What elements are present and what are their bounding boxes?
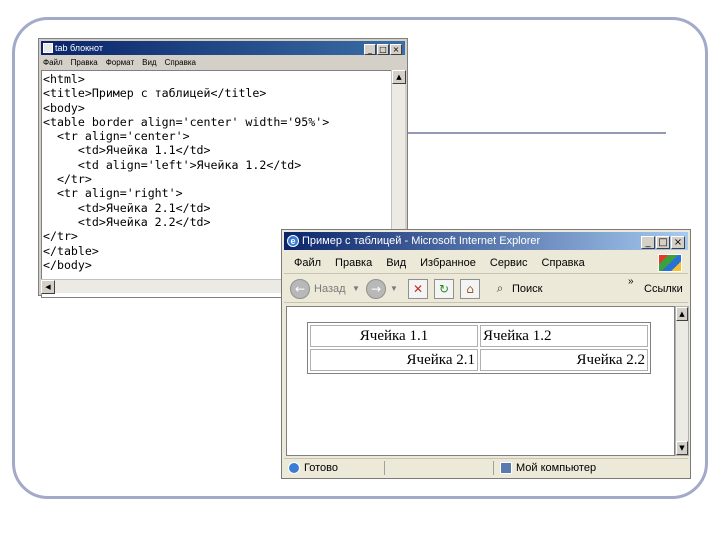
menu-edit[interactable]: Правка xyxy=(71,56,98,69)
table-row: Ячейка 1.1 Ячейка 1.2 xyxy=(310,325,648,347)
forward-arrow-icon[interactable]: → xyxy=(366,279,386,299)
menu-file[interactable]: Файл xyxy=(43,56,63,69)
menu-tools[interactable]: Сервис xyxy=(490,252,528,273)
close-button[interactable]: × xyxy=(390,44,402,55)
back-dropdown-icon[interactable]: ▼ xyxy=(352,278,360,300)
notepad-menu-bar: Файл Правка Формат Вид Справка xyxy=(41,56,196,69)
code-line: <td>Ячейка 2.1</td> xyxy=(43,200,211,215)
code-line: </table> xyxy=(43,243,99,258)
demo-table: Ячейка 1.1 Ячейка 1.2 Ячейка 2.1 Ячейка … xyxy=(307,322,651,374)
notepad-title-bar[interactable]: tab блокнот _ □ × xyxy=(41,41,405,55)
code-line: <table border align='center' width='95%'… xyxy=(43,114,330,129)
ie-status-bar: Готово Мой компьютер xyxy=(284,458,688,476)
back-button-label[interactable]: Назад xyxy=(314,278,346,300)
maximize-button[interactable]: □ xyxy=(377,44,389,55)
menu-favorites[interactable]: Избранное xyxy=(420,252,476,273)
refresh-icon[interactable]: ↻ xyxy=(434,279,454,299)
decorative-line xyxy=(400,132,666,134)
table-cell: Ячейка 1.2 xyxy=(480,325,648,347)
notepad-app-icon xyxy=(43,43,53,53)
ie-vertical-scrollbar[interactable]: ▲ ▼ xyxy=(675,306,689,456)
minimize-button[interactable]: _ xyxy=(641,236,655,249)
search-button-label[interactable]: Поиск xyxy=(512,278,542,300)
stop-icon[interactable]: ✕ xyxy=(408,279,428,299)
table-cell: Ячейка 1.1 xyxy=(310,325,478,347)
ie-title-bar[interactable]: e Пример с таблицей - Microsoft Internet… xyxy=(284,232,688,250)
maximize-button[interactable]: □ xyxy=(656,236,670,249)
ie-title: Пример с таблицей - Microsoft Internet E… xyxy=(302,235,541,247)
code-line: <td>Ячейка 2.2</td> xyxy=(43,214,211,229)
code-line: <tr align='center'> xyxy=(43,129,190,144)
menu-help[interactable]: Справка xyxy=(542,252,585,273)
scroll-left-arrow-icon[interactable]: ◀ xyxy=(41,280,55,294)
ie-toolbar: ← Назад ▼ → ▼ ✕ ↻ ⌂ ⌕ Поиск » Ссылки xyxy=(284,275,688,303)
status-panels xyxy=(384,461,494,475)
scroll-up-arrow-icon[interactable]: ▲ xyxy=(676,307,688,321)
code-line: <td align='left'>Ячейка 1.2</td> xyxy=(43,157,302,172)
windows-flag-icon xyxy=(658,254,682,272)
code-line: <html> xyxy=(43,72,85,86)
code-line: <td>Ячейка 1.1</td> xyxy=(43,143,211,158)
menu-help[interactable]: Справка xyxy=(165,56,196,69)
page-status-icon xyxy=(288,462,300,474)
table-row: Ячейка 2.1 Ячейка 2.2 xyxy=(310,349,648,371)
scroll-down-arrow-icon[interactable]: ▼ xyxy=(676,441,688,455)
code-line: <body> xyxy=(43,100,85,115)
search-icon[interactable]: ⌕ xyxy=(490,279,510,299)
menu-edit[interactable]: Правка xyxy=(335,252,372,273)
table-cell: Ячейка 2.1 xyxy=(310,349,478,371)
ie-menu-bar: Файл Правка Вид Избранное Сервис Справка xyxy=(284,252,688,274)
forward-dropdown-icon[interactable]: ▼ xyxy=(390,278,398,300)
links-label[interactable]: Ссылки xyxy=(644,278,683,300)
code-line: </tr> xyxy=(43,229,78,244)
ie-window: e Пример с таблицей - Microsoft Internet… xyxy=(281,229,691,479)
menu-view[interactable]: Вид xyxy=(386,252,406,273)
table-cell: Ячейка 2.2 xyxy=(480,349,648,371)
code-line: <tr align='right'> xyxy=(43,186,183,201)
minimize-button[interactable]: _ xyxy=(364,44,376,55)
code-line: <title>Пример с таблицей</title> xyxy=(43,86,267,101)
menu-format[interactable]: Формат xyxy=(106,56,134,69)
back-arrow-icon[interactable]: ← xyxy=(290,279,310,299)
menu-view[interactable]: Вид xyxy=(142,56,156,69)
home-icon[interactable]: ⌂ xyxy=(460,279,480,299)
menu-file[interactable]: Файл xyxy=(294,252,321,273)
code-line: </body> xyxy=(43,257,92,272)
toolbar-chevron-icon[interactable]: » xyxy=(628,275,634,297)
ie-page-content: Ячейка 1.1 Ячейка 1.2 Ячейка 2.1 Ячейка … xyxy=(286,306,675,456)
notepad-title: tab блокнот xyxy=(55,43,103,53)
status-text: Готово xyxy=(304,462,338,474)
code-line: </tr> xyxy=(43,172,92,187)
scroll-up-arrow-icon[interactable]: ▲ xyxy=(392,70,406,84)
computer-icon xyxy=(500,462,512,474)
security-zone-label: Мой компьютер xyxy=(516,462,597,474)
close-button[interactable]: × xyxy=(671,236,685,249)
ie-logo-icon: e xyxy=(287,235,299,247)
